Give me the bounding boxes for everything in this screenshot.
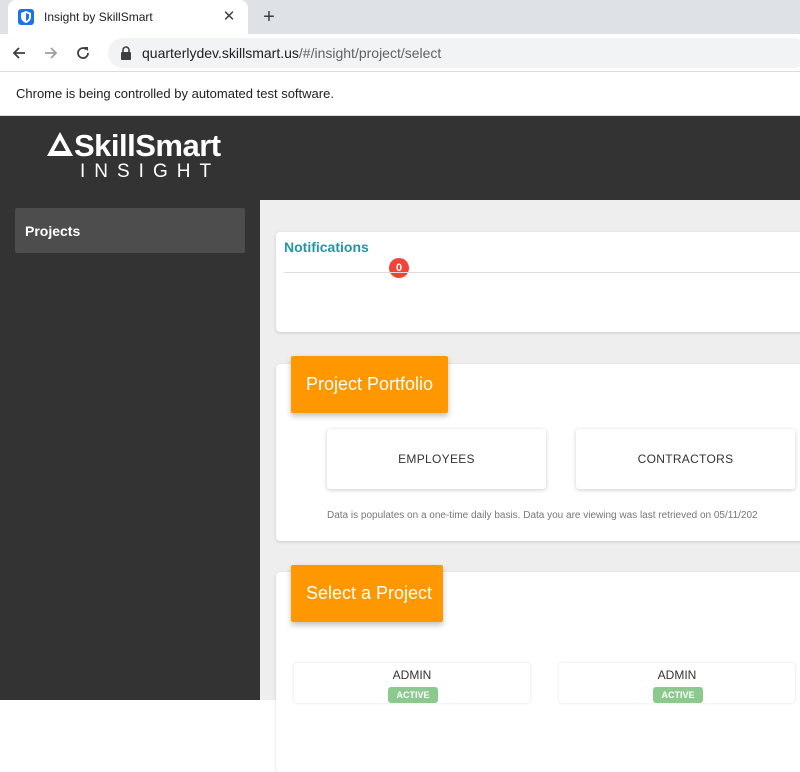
main-content: Notifications 0 Project Portfolio EMPLOY… [260,200,800,772]
status-badge: ACTIVE [388,687,438,703]
back-arrow-icon[interactable] [6,40,32,66]
browser-toolbar: quarterlydev.skillsmart.us/#/insight/pro… [0,34,800,72]
sidebar: Projects [0,200,260,700]
project-card[interactable]: ADMIN ACTIVE [294,663,530,703]
browser-tab[interactable]: Insight by SkillSmart ✕ [8,0,248,34]
divider [284,272,800,273]
logo-subtitle: INSIGHT [80,161,221,182]
project-role: ADMIN [392,668,432,682]
close-icon[interactable]: ✕ [220,8,238,26]
logo-wordmark: SkillSmart [74,128,221,163]
url-text: quarterlydev.skillsmart.us/#/insight/pro… [142,45,441,61]
reload-icon[interactable] [70,40,96,66]
sidebar-item-projects[interactable]: Projects [15,208,245,253]
url-host: quarterlydev.skillsmart.us [142,45,299,61]
skillsmart-logo-icon [46,131,74,162]
lock-icon [120,46,132,60]
automation-infobar: Chrome is being controlled by automated … [0,72,800,116]
notification-count-badge: 0 [389,258,409,278]
shield-favicon-icon [18,9,34,25]
sidebar-item-label: Projects [25,222,81,239]
select-project-header: Select a Project [291,565,443,622]
project-role: ADMIN [657,668,697,682]
notifications-title[interactable]: Notifications [284,239,369,255]
skillsmart-logo[interactable]: SkillSmart INSIGHT [46,130,221,182]
project-card[interactable]: ADMIN ACTIVE [559,663,795,703]
tab-title: Insight by SkillSmart [44,10,153,24]
browser-tabstrip: Insight by SkillSmart ✕ + [0,0,800,34]
forward-arrow-icon[interactable] [38,40,64,66]
data-disclaimer: Data is populates on a one-time daily ba… [327,510,758,521]
portfolio-header: Project Portfolio [291,356,448,413]
employees-button[interactable]: EMPLOYEES [327,429,546,489]
contractors-button[interactable]: CONTRACTORS [576,429,795,489]
infobar-text: Chrome is being controlled by automated … [16,86,334,101]
address-bar[interactable]: quarterlydev.skillsmart.us/#/insight/pro… [108,38,800,68]
url-path: /#/insight/project/select [298,45,442,61]
status-badge: ACTIVE [653,687,703,703]
plus-icon[interactable]: + [258,6,280,28]
app-header: SkillSmart INSIGHT [0,116,800,200]
